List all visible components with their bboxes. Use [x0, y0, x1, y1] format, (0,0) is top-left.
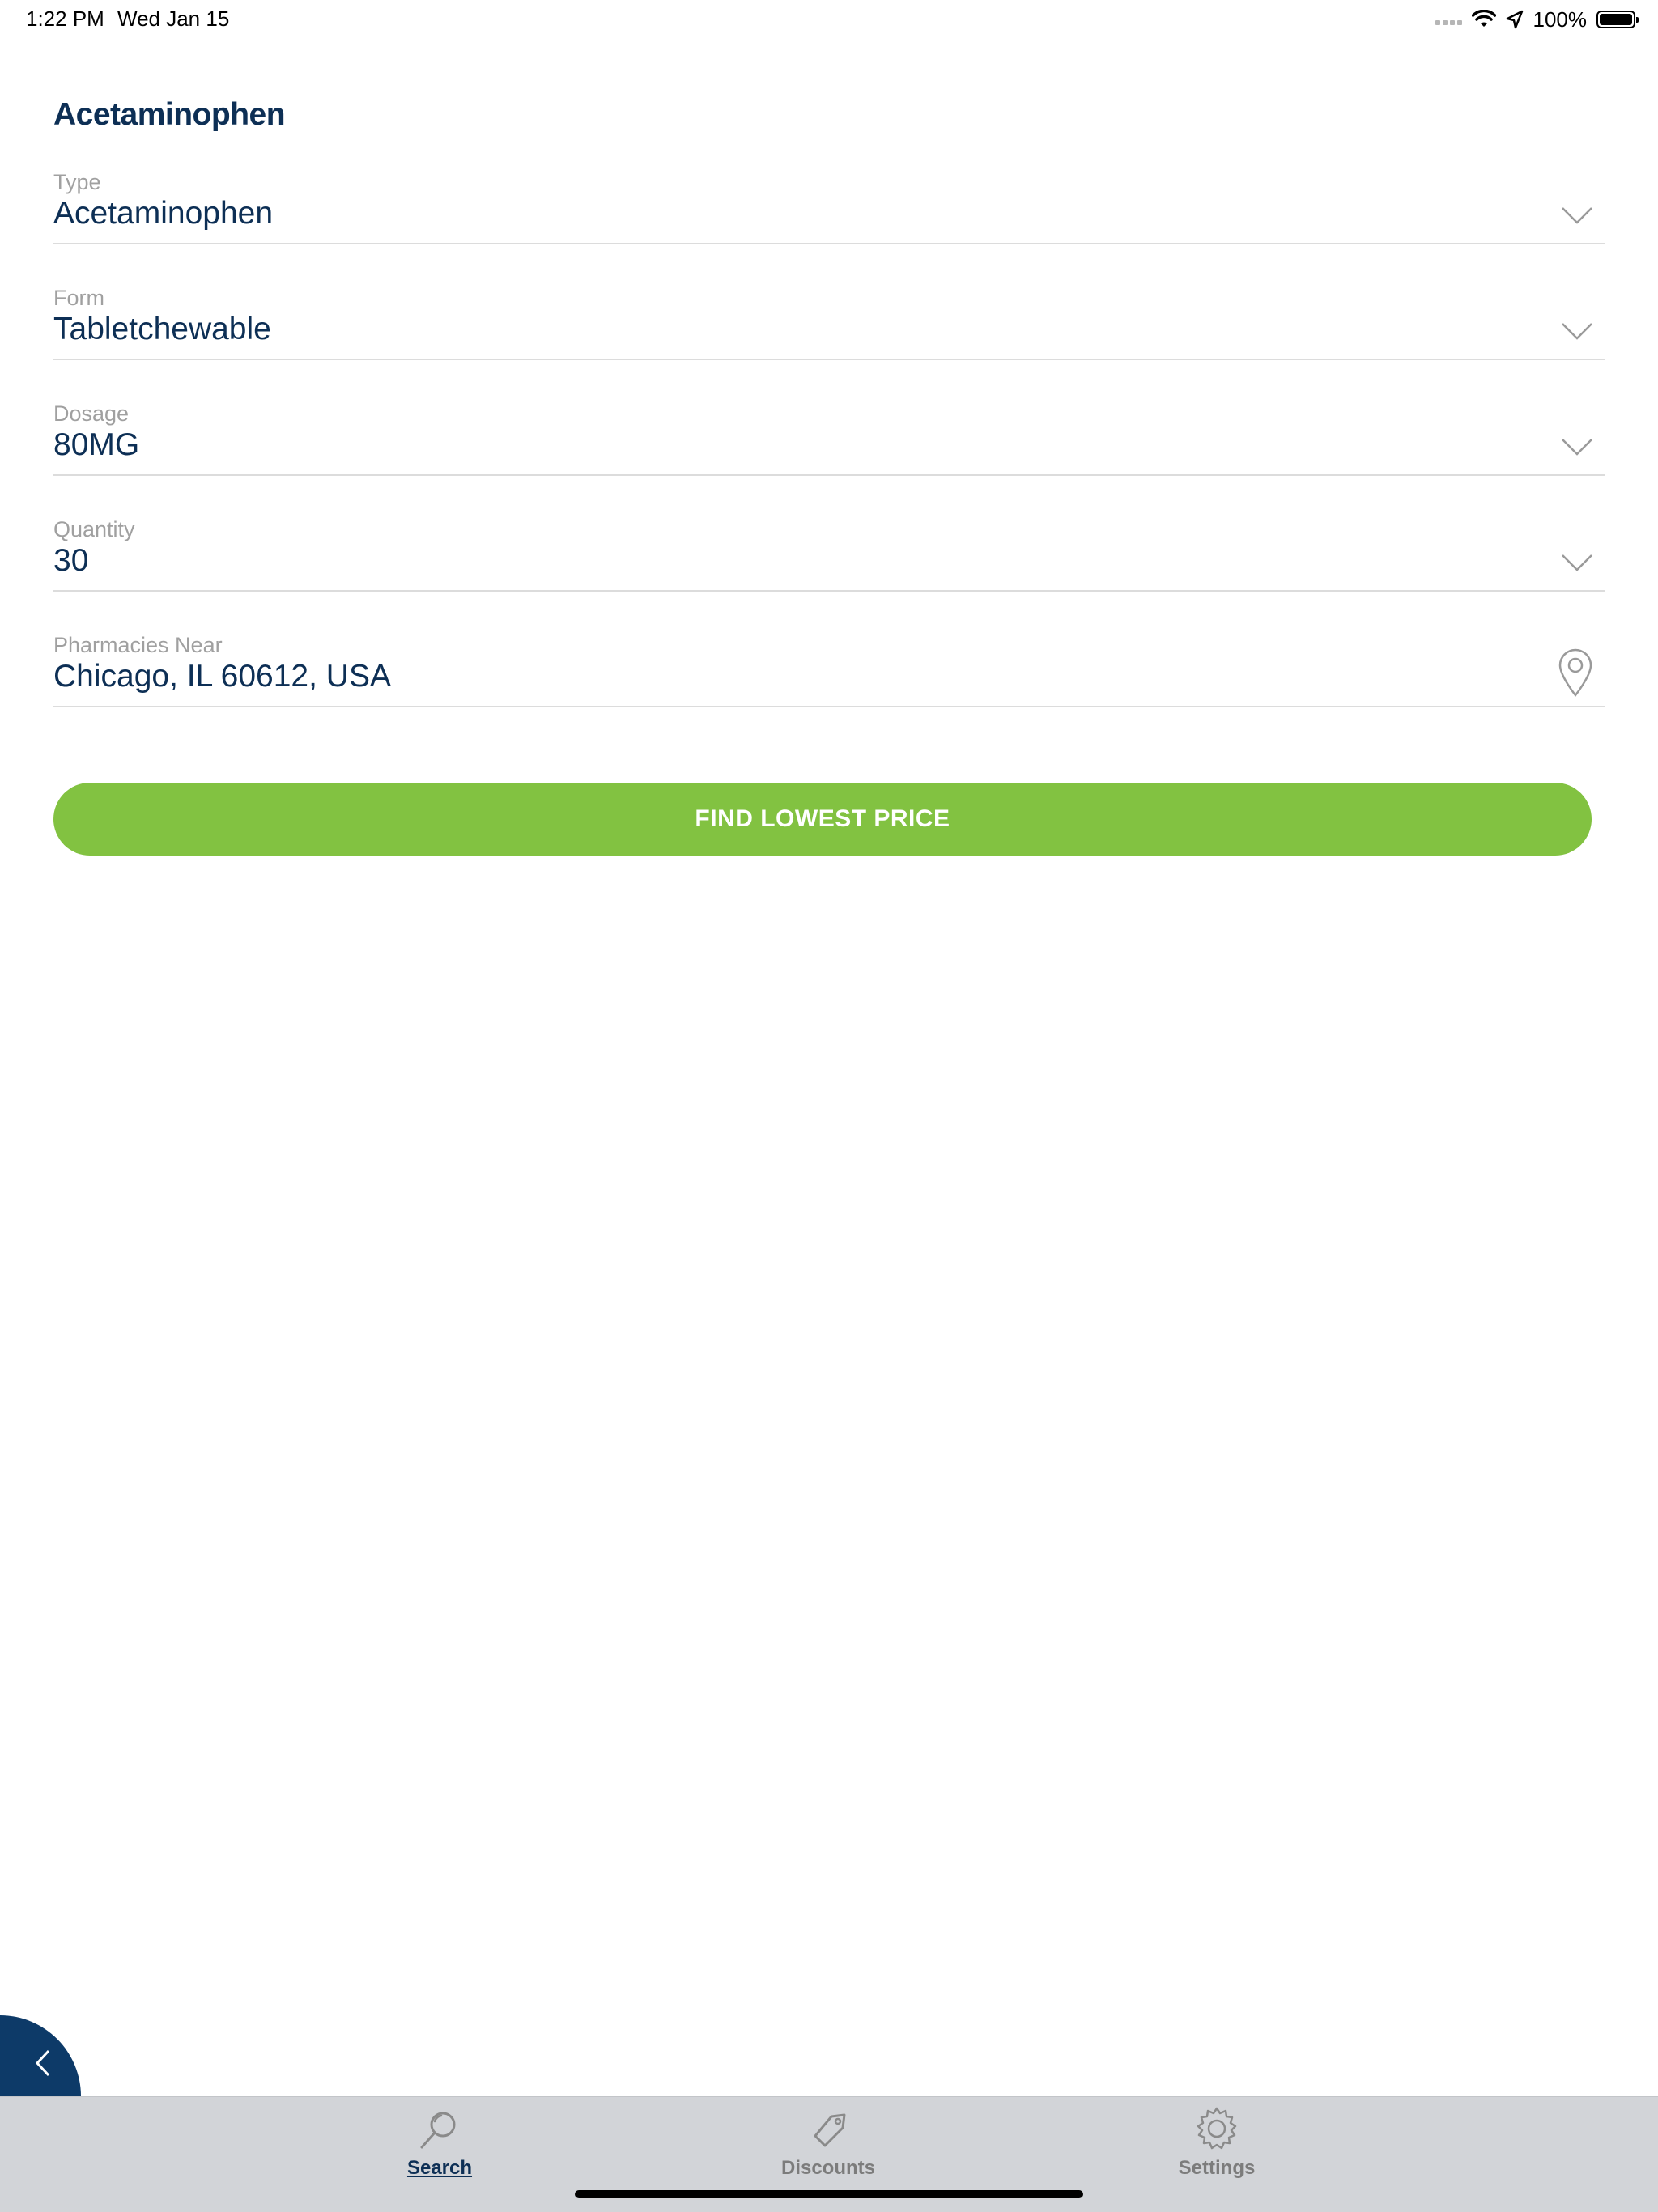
home-indicator	[575, 2190, 1083, 2198]
status-time: 1:22 PM	[26, 6, 104, 31]
form-select[interactable]: Form Tabletchewable	[53, 286, 1605, 360]
chevron-down-icon[interactable]	[1561, 322, 1593, 340]
search-icon	[420, 2112, 456, 2149]
type-select[interactable]: Type Acetaminophen	[53, 170, 1605, 244]
type-value: Acetaminophen	[53, 196, 274, 231]
tab-discounts[interactable]: Discounts	[723, 2097, 933, 2194]
status-bar: 1:22 PM Wed Jan 15 100%	[0, 0, 1658, 39]
dosage-select[interactable]: Dosage 80MG	[53, 401, 1605, 476]
gear-icon	[1197, 2107, 1237, 2150]
status-date: Wed Jan 15	[117, 6, 230, 31]
form-label: Form	[53, 286, 104, 310]
type-label: Type	[53, 170, 101, 194]
pharmacies-near-field[interactable]: Pharmacies Near Chicago, IL 60612, USA	[53, 633, 1605, 707]
battery-icon	[1596, 11, 1639, 28]
form-value: Tabletchewable	[53, 312, 271, 346]
chevron-down-icon[interactable]	[1561, 438, 1593, 456]
chevron-down-icon[interactable]	[1561, 554, 1593, 571]
dosage-value: 80MG	[53, 427, 140, 462]
location-pin-icon[interactable]	[1558, 647, 1593, 698]
find-lowest-price-button[interactable]: FIND LOWEST PRICE	[53, 783, 1592, 856]
tab-search[interactable]: Search	[334, 2097, 545, 2194]
tab-discounts-label: Discounts	[780, 2157, 875, 2179]
chevron-down-icon[interactable]	[1561, 206, 1593, 224]
tab-settings[interactable]: Settings	[1112, 2097, 1322, 2194]
pharmacies-near-label: Pharmacies Near	[53, 633, 223, 657]
tab-search-label: Search	[406, 2157, 473, 2179]
chevron-left-icon[interactable]	[31, 2049, 55, 2077]
tag-icon	[814, 2113, 846, 2147]
location-arrow-icon	[1506, 10, 1523, 29]
quantity-label: Quantity	[53, 517, 135, 541]
dosage-label: Dosage	[53, 401, 130, 426]
quantity-value: 30	[53, 543, 89, 578]
wifi-icon	[1471, 10, 1496, 27]
pharmacies-near-value: Chicago, IL 60612, USA	[53, 659, 391, 694]
page-title: Acetaminophen	[53, 97, 286, 132]
quantity-select[interactable]: Quantity 30	[53, 517, 1605, 592]
tab-settings-label: Settings	[1178, 2157, 1256, 2179]
status-indicators: 100%	[1423, 5, 1639, 34]
battery-percentage: 100%	[1533, 6, 1588, 32]
cellular-signal-icon	[1433, 14, 1462, 25]
